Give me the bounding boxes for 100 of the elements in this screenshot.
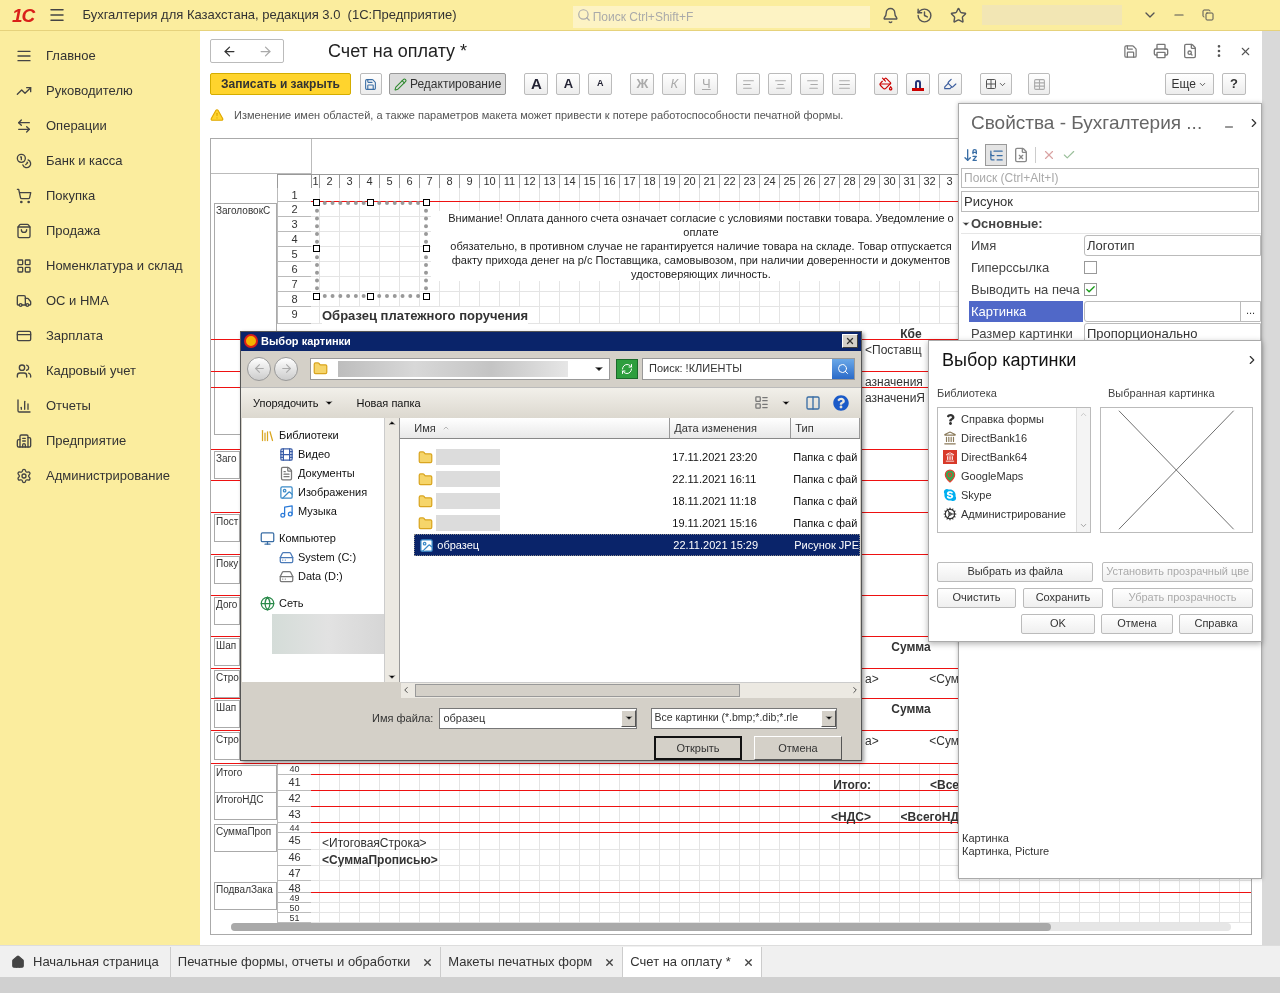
menu-icon[interactable] [48,6,67,24]
help-button[interactable]: ? [1222,73,1246,95]
library-item[interactable]: DirectBank64 [938,447,1077,467]
sidebar-item[interactable]: Главное [0,38,200,73]
borders-button[interactable] [980,73,1013,95]
more-button[interactable]: Еще [1164,73,1214,95]
highlight-button[interactable] [938,73,963,95]
address-bar[interactable] [310,357,610,380]
history-icon[interactable] [915,6,933,24]
close-icon[interactable] [742,956,754,968]
save-button[interactable] [359,73,382,95]
text-color-button[interactable] [906,73,931,95]
property-label[interactable]: Размер картинки [969,322,1083,344]
tree-item[interactable]: Сеть [242,594,384,613]
open-button[interactable]: Открыть [654,736,742,760]
dropdown-button[interactable] [821,709,837,727]
library-item[interactable]: DirectBank16 [938,428,1077,448]
new-folder-button[interactable]: Новая папка [356,394,421,412]
tree-item[interactable]: Видео [242,445,384,464]
filter-doc-icon[interactable] [1013,147,1029,163]
star-icon[interactable] [949,6,967,24]
restore-icon[interactable] [1201,9,1214,21]
sidebar-item[interactable]: Предприятие [0,423,200,458]
file-row[interactable]: 17.11.2021 23:20 Папка с фай [414,446,860,468]
print-icon[interactable] [1153,43,1169,59]
save-close-button[interactable]: Записать и закрыть [210,73,351,95]
preview-pane-icon[interactable] [805,394,821,411]
forward-button[interactable] [274,356,298,381]
help-icon[interactable] [833,394,849,411]
search-field[interactable]: Поиск: !КЛИЕНТЫ [642,357,855,380]
dialog-button[interactable]: Очистить [937,587,1016,608]
font-size-button[interactable]: A [588,73,613,95]
save-icon[interactable] [1123,43,1138,59]
sidebar-item[interactable]: Операции [0,108,200,143]
sidebar-item[interactable]: Администрирование [0,458,200,493]
file-row[interactable]: 19.11.2021 15:16 Папка с фай [414,512,860,534]
dialog-button[interactable]: Отмена [1100,613,1174,634]
font-size-button[interactable]: A [556,73,581,95]
sidebar-item[interactable]: Номенклатура и склад [0,248,200,283]
preview-icon[interactable] [1182,43,1198,59]
choose-button[interactable]: ... [1240,301,1260,321]
section-header[interactable]: Основные: [961,214,1261,234]
property-label[interactable]: Гиперссылка [969,256,1083,278]
dialog-button[interactable]: OK [1021,613,1095,634]
sidebar-item[interactable]: ОС и НМА [0,283,200,318]
table-button[interactable] [1028,73,1051,95]
close-icon[interactable] [604,956,616,968]
library-list[interactable]: Справка формы DirectBank16 DirectBank64 GoogleMaps Skype Администрирование [937,406,1092,533]
sidebar-item[interactable]: Продажа [0,213,200,248]
selected-picture-frame[interactable] [315,201,428,299]
sidebar-item[interactable]: Зарплата [0,318,200,353]
search-field[interactable]: Поиск (Ctrl+Alt+I) [961,168,1259,188]
scroll-thumb[interactable] [231,923,1051,932]
checkbox[interactable] [1084,282,1097,296]
picture-field[interactable]: ... [1084,300,1261,322]
column-header[interactable]: Тип [791,418,860,438]
filename-field[interactable]: образец [439,707,638,729]
property-label[interactable]: Картинка [969,300,1083,322]
dropdown-button[interactable] [621,709,637,727]
file-row[interactable]: 22.11.2021 16:11 Папка с фай [414,468,860,490]
library-item[interactable]: Skype [938,485,1077,505]
sidebar-item[interactable]: Отчеты [0,388,200,423]
property-label[interactable]: Выводить на печа [969,278,1083,300]
dialog-button[interactable]: Справка [1179,613,1253,634]
horizontal-scrollbar[interactable] [231,923,1231,931]
sidebar-item[interactable]: Кадровый учет [0,353,200,388]
filter-dropdown[interactable]: Все картинки (*.bmp;*.dib;*.rle [651,707,838,729]
fill-color-button[interactable] [874,73,899,95]
property-label[interactable]: Имя [969,234,1083,256]
window-tab[interactable]: Счет на оплату * [623,947,762,977]
tree-item[interactable]: Музыка [242,502,384,521]
tree-scrollbar[interactable] [384,418,400,682]
search-button[interactable] [832,358,854,379]
refresh-button[interactable] [616,358,638,379]
library-item[interactable]: Справка формы [938,409,1077,429]
dialog-button[interactable]: Выбрать из файла [937,561,1094,582]
edit-mode-button[interactable]: Редактирование [388,73,507,95]
tree-item[interactable]: System (C:) [242,548,384,567]
close-button[interactable] [842,334,858,349]
forward-arrow-icon[interactable] [257,43,273,59]
tree-item[interactable]: Компьютер [242,529,384,548]
library-item[interactable]: Администрирование [938,504,1077,524]
sort-icon[interactable] [963,147,979,163]
search-field[interactable]: Поиск Ctrl+Shift+F [572,6,870,28]
property-field[interactable]: Логотип [1084,234,1261,256]
checkbox[interactable] [1084,260,1097,274]
cancel-icon[interactable] [1042,148,1056,162]
file-row[interactable]: 18.11.2021 11:18 Папка с фай [414,490,860,512]
tree-item[interactable]: Изображения [242,483,384,502]
object-field[interactable]: Рисунок [961,191,1259,212]
column-header[interactable]: Дата изменения [670,418,792,438]
library-item[interactable]: GoogleMaps [938,466,1077,486]
sidebar-item[interactable]: Покупка [0,178,200,213]
scroll-thumb[interactable] [415,683,740,697]
column-header[interactable]: Имя [400,418,671,438]
tree-item[interactable]: Data (D:) [242,567,384,586]
view-icon[interactable] [754,395,769,411]
back-button[interactable] [247,356,271,381]
categories-button[interactable] [985,144,1007,166]
tree-item[interactable]: Документы [242,464,384,483]
